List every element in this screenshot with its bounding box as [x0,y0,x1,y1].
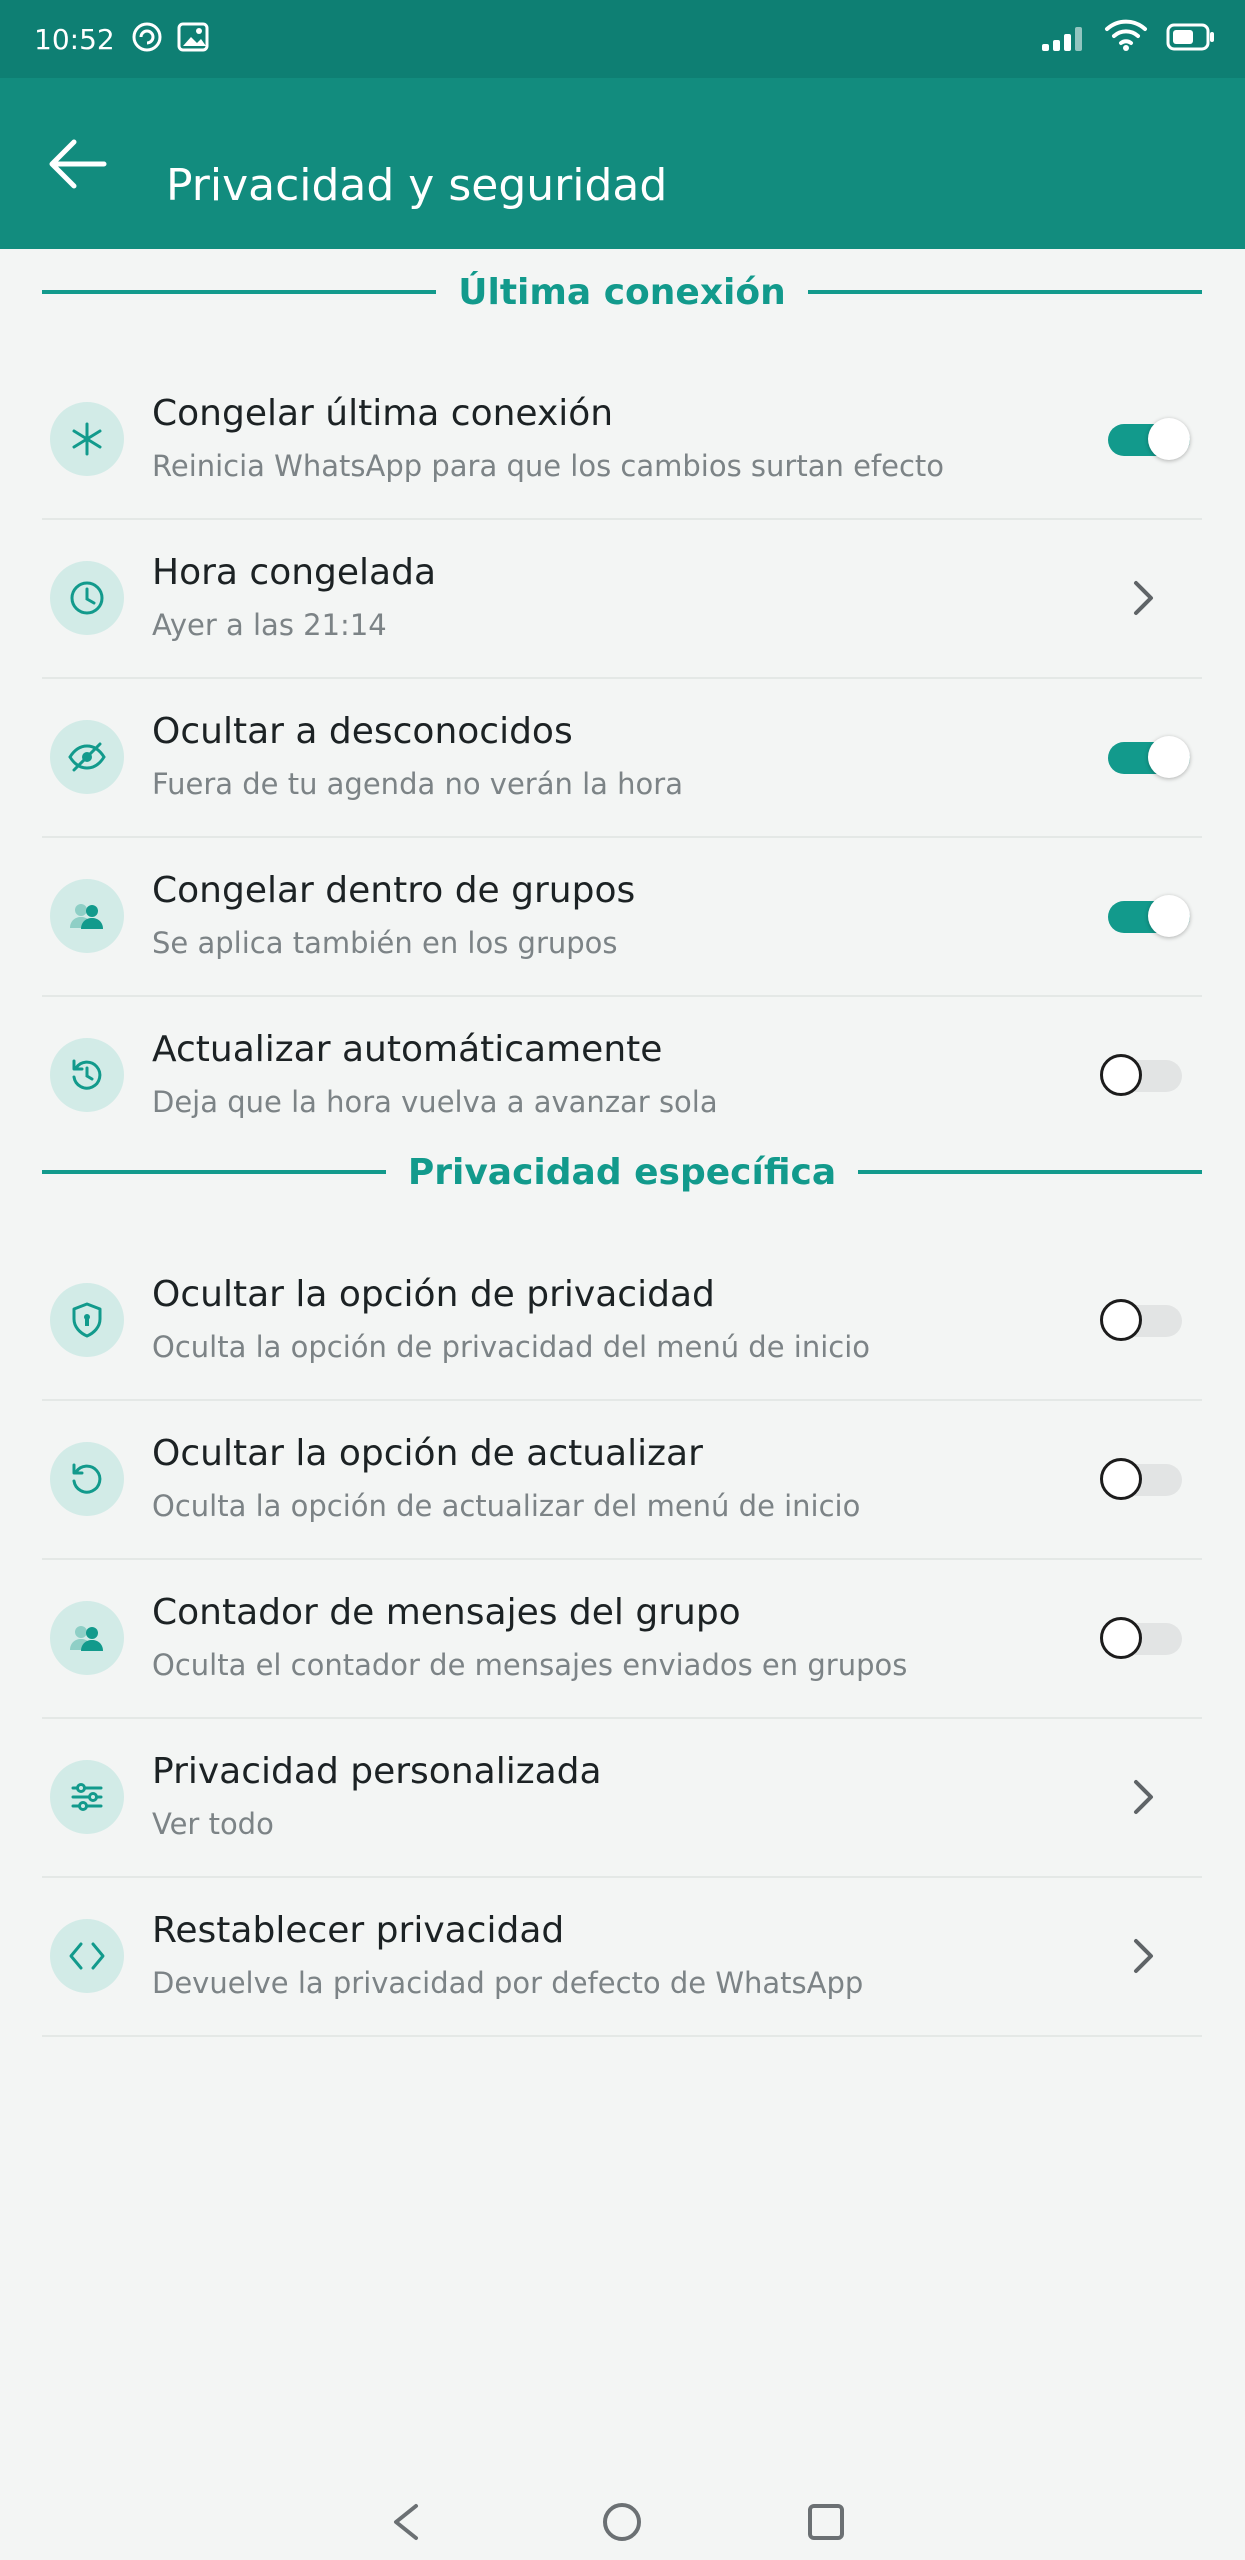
setting-title: Ocultar a desconocidos [152,711,573,752]
setting-subtitle: Fuera de tu agenda no verán la hora [152,767,683,801]
setting-title: Hora congelada [152,552,437,593]
page-title: Privacidad y seguridad [166,160,668,211]
setting-contador-mensajes-grupo[interactable]: Contador de mensajes del grupo Oculta el… [42,1559,1202,1719]
toggle-switch[interactable] [1100,418,1190,460]
setting-title: Congelar última conexión [152,393,614,434]
setting-title: Ocultar la opción de privacidad [152,1274,715,1315]
code-icon [50,1919,124,1993]
setting-title: Actualizar automáticamente [152,1029,663,1070]
setting-subtitle: Se aplica también en los grupos [152,926,618,960]
setting-subtitle: Devuelve la privacidad por defecto de Wh… [152,1966,864,2000]
refresh-icon [50,1442,124,1516]
toggle-knob [1100,1617,1142,1659]
status-bar: 10:52 [0,0,1245,78]
setting-privacidad-personalizada[interactable]: Privacidad personalizada Ver todo [42,1718,1202,1878]
setting-title: Congelar dentro de grupos [152,870,636,911]
section-header-privacidad-especifica: Privacidad específica [42,1142,1202,1202]
status-time: 10:52 [34,23,115,56]
toggle-knob [1100,1054,1142,1096]
recents-square-icon[interactable] [804,2500,848,2548]
setting-congelar-dentro-de-grupos[interactable]: Congelar dentro de grupos Se aplica tamb… [42,837,1202,997]
shield-icon [50,1283,124,1357]
setting-subtitle: Oculta la opción de actualizar del menú … [152,1489,861,1523]
toggle-knob [1100,1458,1142,1500]
battery-icon [1166,22,1216,56]
chevron-right-icon [1120,575,1166,621]
setting-subtitle: Ver todo [152,1807,274,1841]
chevron-right-icon [1120,1933,1166,1979]
signal-icon [1040,24,1088,56]
setting-subtitle: Reinicia WhatsApp para que los cambios s… [152,449,945,483]
back-button[interactable] [40,130,120,200]
arrow-left-icon [40,139,120,204]
group-icon [50,1601,124,1675]
app-bar: Privacidad y seguridad [0,78,1245,249]
divider [807,290,1202,294]
sliders-icon [50,1760,124,1834]
toggle-knob [1148,418,1190,460]
wifi-icon [1104,18,1148,56]
toggle-switch[interactable] [1100,1054,1190,1096]
setting-actualizar-automaticamente[interactable]: Actualizar automáticamente Deja que la h… [42,996,1202,1154]
toggle-switch[interactable] [1100,1458,1190,1500]
toggle-knob [1148,895,1190,937]
section-header-ultima-conexion: Última conexión [42,262,1202,322]
setting-ocultar-a-desconocidos[interactable]: Ocultar a desconocidos Fuera de tu agend… [42,678,1202,838]
clock-icon [50,561,124,635]
image-icon [176,20,210,58]
setting-ocultar-opcion-actualizar[interactable]: Ocultar la opción de actualizar Oculta l… [42,1400,1202,1560]
setting-ocultar-opcion-privacidad[interactable]: Ocultar la opción de privacidad Oculta l… [42,1241,1202,1401]
home-circle-icon[interactable] [600,2500,644,2548]
setting-title: Ocultar la opción de actualizar [152,1433,703,1474]
snowflake-icon [50,402,124,476]
section-title: Última conexión [458,271,786,313]
toggle-knob [1100,1299,1142,1341]
setting-subtitle: Ayer a las 21:14 [152,608,387,642]
setting-title: Contador de mensajes del grupo [152,1592,741,1633]
group-icon [50,879,124,953]
divider [858,1170,1202,1174]
divider [42,290,437,294]
setting-title: Restablecer privacidad [152,1910,565,1951]
setting-subtitle: Oculta el contador de mensajes enviados … [152,1648,908,1682]
refresh-icon [50,1038,124,1112]
setting-title: Privacidad personalizada [152,1751,602,1792]
toggle-knob [1148,736,1190,778]
back-triangle-icon[interactable] [386,2500,426,2548]
divider [42,1170,386,1174]
chevron-right-icon [1120,1774,1166,1820]
toggle-switch[interactable] [1100,736,1190,778]
navigation-bar [0,2490,1245,2560]
setting-subtitle: Oculta la opción de privacidad del menú … [152,1330,871,1364]
toggle-switch[interactable] [1100,895,1190,937]
setting-hora-congelada[interactable]: Hora congelada Ayer a las 21:14 [42,519,1202,679]
toggle-switch[interactable] [1100,1617,1190,1659]
eye-off-icon [50,720,124,794]
toggle-switch[interactable] [1100,1299,1190,1341]
setting-subtitle: Deja que la hora vuelva a avanzar sola [152,1085,718,1119]
setting-congelar-ultima-conexion[interactable]: Congelar última conexión Reinicia WhatsA… [42,360,1202,520]
section-title: Privacidad específica [407,1151,837,1193]
sync-icon [130,20,164,58]
setting-restablecer-privacidad[interactable]: Restablecer privacidad Devuelve la priva… [42,1877,1202,2037]
